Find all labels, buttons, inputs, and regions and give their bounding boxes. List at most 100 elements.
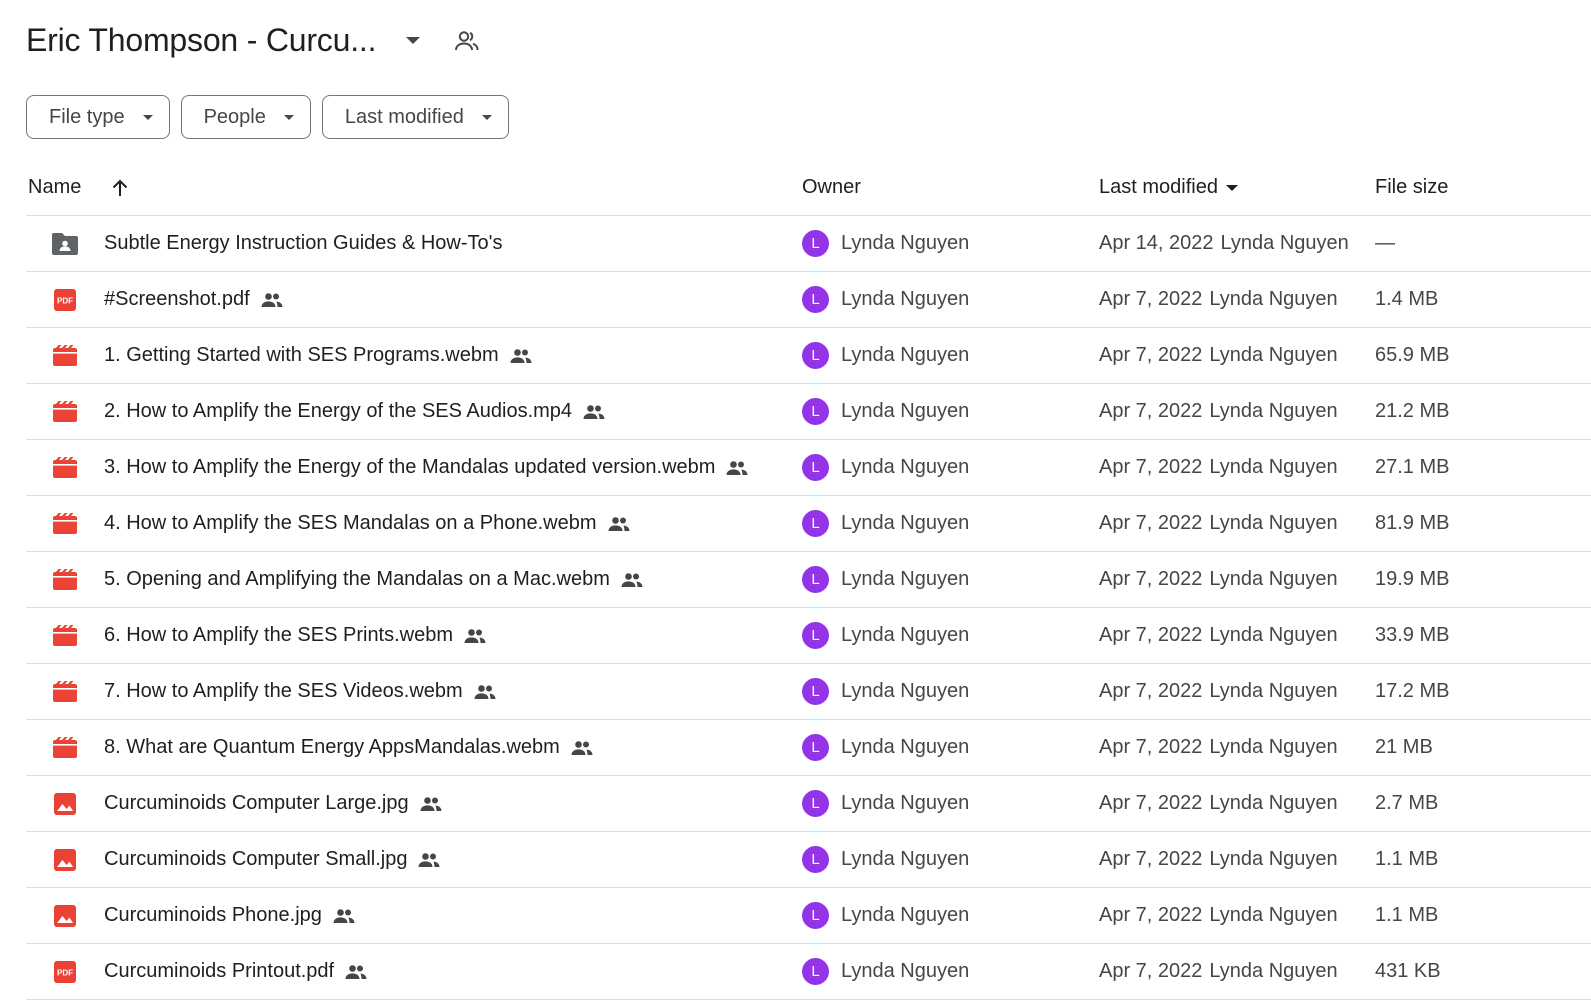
file-size-cell: 1.1 MB [1375,832,1438,887]
shared-users-icon [418,852,440,868]
file-row[interactable]: 7. How to Amplify the SES Videos.webm L Ly… [26,664,1591,720]
file-name[interactable]: 6. How to Amplify the SES Prints.webm [104,624,453,647]
modified-by: Lynda Nguyen [1209,512,1338,534]
column-owner-label: Owner [802,176,861,198]
file-name[interactable]: Curcuminoids Computer Small.jpg [104,848,407,871]
file-row[interactable]: 1. Getting Started with SES Programs.web… [26,328,1591,384]
shared-users-icon [261,292,283,308]
last-modified-cell: Apr 7, 2022 Lynda Nguyen [1099,944,1338,999]
modified-date: Apr 7, 2022 [1099,960,1203,982]
avatar: L [802,846,829,873]
file-row[interactable]: 2. How to Amplify the Energy of the SES … [26,384,1591,440]
file-size: 2.7 MB [1375,792,1439,814]
modified-date: Apr 7, 2022 [1099,736,1203,758]
owner-cell: L Lynda Nguyen [802,608,969,663]
avatar: L [802,958,829,985]
file-row[interactable]: 8. What are Quantum Energy AppsMandalas.… [26,720,1591,776]
last-modified-cell: Apr 7, 2022 Lynda Nguyen [1099,328,1338,383]
file-row[interactable]: Subtle Energy Instruction Guides & How-T… [26,216,1591,272]
modified-date: Apr 7, 2022 [1099,512,1203,534]
pdf-icon: PDF [50,288,80,312]
file-size: 81.9 MB [1375,512,1450,534]
file-type-filter[interactable]: File type [26,95,170,139]
file-name[interactable]: 2. How to Amplify the Energy of the SES … [104,400,572,423]
last-modified-cell: Apr 7, 2022 Lynda Nguyen [1099,664,1338,719]
people-filter[interactable]: People [180,95,311,139]
file-size: 21 MB [1375,736,1433,758]
manage-access-icon[interactable] [454,30,480,52]
last-modified-cell: Apr 7, 2022 Lynda Nguyen [1099,888,1338,943]
file-row[interactable]: 4. How to Amplify the SES Mandalas on a … [26,496,1591,552]
modified-date: Apr 7, 2022 [1099,904,1203,926]
file-row[interactable]: Curcuminoids Computer Large.jpg L Lynda Ng… [26,776,1591,832]
file-name[interactable]: 8. What are Quantum Energy AppsMandalas.… [104,736,560,759]
sort-menu-caret-icon[interactable] [1225,184,1238,191]
owner-name: Lynda Nguyen [841,400,970,422]
avatar: L [802,230,829,257]
avatar: L [802,510,829,537]
column-header-owner: Owner [802,176,861,199]
file-size-cell: 1.4 MB [1375,272,1438,327]
file-name[interactable]: 3. How to Amplify the Energy of the Mand… [104,456,715,479]
avatar: L [802,566,829,593]
file-name[interactable]: 7. How to Amplify the SES Videos.webm [104,680,463,703]
name-cell: 6. How to Amplify the SES Prints.webm [50,608,486,663]
file-row[interactable]: PDF Curcuminoids Printout.pdf L Lynda Nguye… [26,944,1591,1000]
last-modified-filter[interactable]: Last modified [321,95,509,139]
sort-ascending-icon[interactable] [111,178,129,198]
file-row[interactable]: 3. How to Amplify the Energy of the Mand… [26,440,1591,496]
file-row[interactable]: 5. Opening and Amplifying the Mandalas o… [26,552,1591,608]
video-icon [50,456,80,479]
shared-folder-icon [50,232,80,256]
svg-text:PDF: PDF [57,968,73,977]
file-name[interactable]: Curcuminoids Computer Large.jpg [104,792,409,815]
file-name[interactable]: Subtle Energy Instruction Guides & How-T… [104,232,502,255]
file-row[interactable]: Curcuminoids Phone.jpg L Lynda Nguyen Apr 7… [26,888,1591,944]
last-modified-cell: Apr 7, 2022 Lynda Nguyen [1099,608,1338,663]
folder-title[interactable]: Eric Thompson - Curcu... [26,22,376,59]
owner-cell: L Lynda Nguyen [802,216,969,271]
video-icon [50,344,80,367]
file-name[interactable]: Curcuminoids Printout.pdf [104,960,334,983]
owner-cell: L Lynda Nguyen [802,776,969,831]
modified-by: Lynda Nguyen [1209,624,1338,646]
video-icon [50,680,80,703]
last-modified-cell: Apr 7, 2022 Lynda Nguyen [1099,496,1338,551]
avatar: L [802,454,829,481]
file-row[interactable]: Curcuminoids Computer Small.jpg L Lynda Ng… [26,832,1591,888]
file-row[interactable]: PDF #Screenshot.pdf L Lynda Nguyen Apr 7, 20… [26,272,1591,328]
file-name[interactable]: 5. Opening and Amplifying the Mandalas o… [104,568,610,591]
image-icon [50,848,80,872]
video-icon [50,400,80,423]
file-list-header: Name Owner Last modified File size [26,160,1591,216]
chevron-down-icon [283,114,294,120]
file-size-cell: 27.1 MB [1375,440,1449,495]
owner-cell: L Lynda Nguyen [802,664,969,719]
file-row[interactable]: 6. How to Amplify the SES Prints.webm L Ly… [26,608,1591,664]
owner-cell: L Lynda Nguyen [802,384,969,439]
file-name[interactable]: 4. How to Amplify the SES Mandalas on a … [104,512,597,535]
file-size: 33.9 MB [1375,624,1450,646]
folder-menu-caret-icon[interactable] [406,37,421,44]
column-header-file-size: File size [1375,176,1448,199]
image-icon [50,792,80,816]
file-size-cell: 431 KB [1375,944,1441,999]
file-name[interactable]: Curcuminoids Phone.jpg [104,904,322,927]
owner-name: Lynda Nguyen [841,624,970,646]
file-size: 19.9 MB [1375,568,1450,590]
video-icon [50,512,80,535]
pdf-icon: PDF [50,960,80,984]
name-cell: Curcuminoids Computer Large.jpg [50,776,442,831]
file-size: 1.1 MB [1375,904,1439,926]
shared-users-icon [583,404,605,420]
file-size-cell: 33.9 MB [1375,608,1449,663]
file-name[interactable]: 1. Getting Started with SES Programs.web… [104,344,499,367]
column-header-last-modified[interactable]: Last modified [1099,176,1238,199]
file-size: 1.4 MB [1375,288,1439,310]
file-size: 65.9 MB [1375,344,1450,366]
column-header-name[interactable]: Name [28,176,129,199]
file-type-filter-label: File type [49,105,125,128]
file-name[interactable]: #Screenshot.pdf [104,288,250,311]
modified-date: Apr 7, 2022 [1099,288,1203,310]
name-cell: 3. How to Amplify the Energy of the Mand… [50,440,748,495]
